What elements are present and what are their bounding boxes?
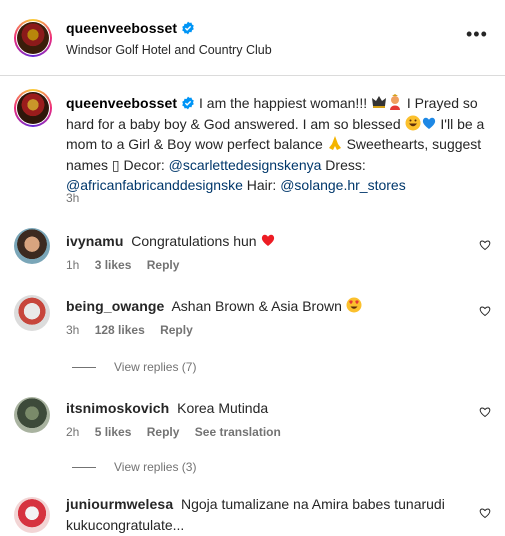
- reply-button[interactable]: Reply: [147, 258, 180, 272]
- blue-heart-emoji-icon: [422, 117, 435, 129]
- caption-text: Hair:: [246, 177, 277, 193]
- caption-username[interactable]: queenveebosset: [66, 95, 177, 111]
- comment-juniourmwelesa: juniourmwelesa Ngoja tumalizane na Amira…: [66, 494, 445, 514]
- comment-meta: 2h 5 likes Reply See translation: [66, 425, 293, 439]
- comment-meta: 3h 128 likes Reply: [66, 323, 205, 337]
- crown-emoji-icon: [372, 96, 386, 108]
- caption-text: Dress:: [325, 156, 366, 173]
- username-text[interactable]: queenveebosset: [66, 20, 177, 36]
- view-replies-label[interactable]: View replies (7): [114, 360, 196, 374]
- caption-avatar[interactable]: [17, 92, 49, 124]
- princess-emoji-icon: [390, 94, 400, 110]
- divider: [72, 367, 96, 369]
- comment-being-owange: being_owange Ashan Brown & Asia Brown: [66, 296, 362, 316]
- location-link[interactable]: Windsor Golf Hotel and Country Club: [66, 43, 272, 57]
- caption: queenveebosset I am the happiest woman!!…: [66, 93, 496, 196]
- comment-itsnimoskovich: itsnimoskovich Korea Mutinda: [66, 398, 268, 418]
- comment-meta: 1h 3 likes Reply: [66, 258, 191, 272]
- heart-eyes-emoji-icon: [346, 297, 362, 313]
- verified-badge-icon: [182, 96, 194, 110]
- comment-username[interactable]: being_owange: [66, 298, 164, 314]
- comment-likes[interactable]: 3 likes: [95, 258, 132, 272]
- caption-text: Decor:: [123, 156, 165, 173]
- comment-likes[interactable]: 5 likes: [95, 425, 132, 439]
- like-heart-icon[interactable]: [479, 239, 491, 251]
- view-replies-button[interactable]: View replies (7): [72, 360, 196, 374]
- comment-text: Ngoja tumalizane na Amira babes tunarudi: [181, 496, 445, 512]
- hair-mention-link[interactable]: @solange.hr_stores: [280, 177, 406, 193]
- avatar[interactable]: [14, 295, 50, 331]
- comment-time[interactable]: 2h: [66, 425, 79, 439]
- praying-hands-emoji-icon: [328, 136, 341, 150]
- comment-time[interactable]: 3h: [66, 323, 79, 337]
- reply-button[interactable]: Reply: [160, 323, 193, 337]
- comment-text: Ashan Brown & Asia Brown: [171, 298, 342, 314]
- more-options-icon[interactable]: •••: [466, 25, 488, 43]
- divider: [72, 467, 96, 469]
- dress-mention-link[interactable]: @africanfabricanddesignske: [66, 177, 243, 193]
- comment-time[interactable]: 1h: [66, 258, 79, 272]
- comment-text: Korea Mutinda: [177, 400, 269, 416]
- comment-text: Congratulations hun: [131, 233, 257, 249]
- like-heart-icon[interactable]: [479, 507, 491, 519]
- avatar[interactable]: [14, 228, 50, 264]
- like-heart-icon[interactable]: [479, 305, 491, 317]
- comment-username[interactable]: juniourmwelesa: [66, 496, 173, 512]
- decor-mention-link[interactable]: @scarlettedesignskenya: [169, 157, 322, 173]
- view-replies-label[interactable]: View replies (3): [114, 460, 196, 474]
- comment-username[interactable]: itsnimoskovich: [66, 400, 169, 416]
- comment-username[interactable]: ivynamu: [66, 233, 124, 249]
- comment-ivynamu: ivynamu Congratulations hun: [66, 231, 276, 251]
- like-heart-icon[interactable]: [479, 406, 491, 418]
- avatar[interactable]: [14, 397, 50, 433]
- comment-likes[interactable]: 128 likes: [95, 323, 145, 337]
- reply-button[interactable]: Reply: [147, 425, 180, 439]
- verified-badge-icon: [182, 21, 194, 35]
- post-header: queenveebosset Windsor Golf Hotel and Co…: [0, 0, 505, 76]
- grinning-emoji-icon: [405, 115, 421, 130]
- avatar[interactable]: [17, 22, 49, 54]
- missing-glyph-icon: ▯: [111, 156, 120, 173]
- caption-timestamp[interactable]: 3h: [66, 191, 79, 205]
- header-username[interactable]: queenveebosset: [66, 20, 195, 38]
- caption-text: I am the happiest woman!!!: [199, 95, 368, 111]
- comment-text-continued: kukucongratulate...: [66, 517, 185, 533]
- avatar[interactable]: [14, 497, 50, 533]
- view-replies-button[interactable]: View replies (3): [72, 460, 196, 474]
- red-heart-emoji-icon: [262, 234, 275, 246]
- see-translation-button[interactable]: See translation: [195, 425, 281, 439]
